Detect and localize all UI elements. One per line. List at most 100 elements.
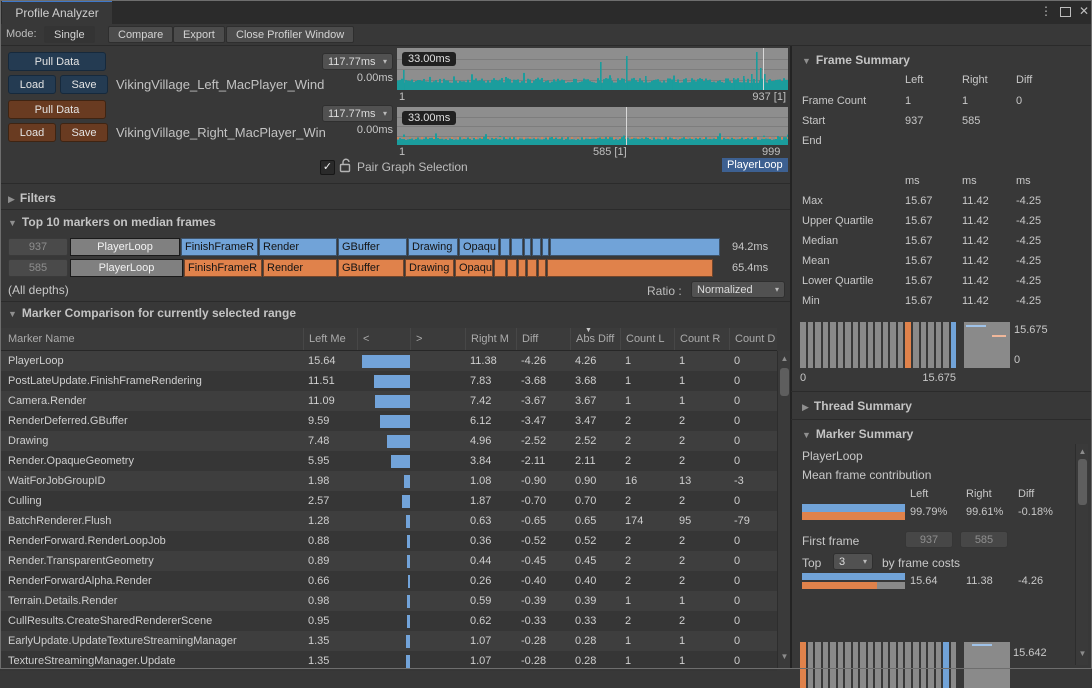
save-right-button[interactable]: Save xyxy=(60,123,108,142)
marker-segment[interactable] xyxy=(511,238,523,256)
left-range-dropdown[interactable]: 117.77ms▾ xyxy=(322,53,393,70)
save-left-button[interactable]: Save xyxy=(60,75,108,94)
marker-segment[interactable]: FinishFrameR xyxy=(181,238,258,256)
marker-summary-scrollbar-thumb[interactable] xyxy=(1078,459,1087,505)
marker-segment[interactable] xyxy=(547,259,713,277)
col-abs-diff[interactable]: ▼Abs Diff xyxy=(570,328,620,350)
first-frame-left-button[interactable]: 937 xyxy=(905,531,953,548)
load-right-button[interactable]: Load xyxy=(8,123,56,142)
col-right-bar[interactable]: > xyxy=(410,328,465,350)
marker-segment[interactable] xyxy=(524,238,531,256)
col-diff[interactable]: Diff xyxy=(516,328,570,350)
marker-summary-scrollbar[interactable]: ▲ ▼ xyxy=(1075,444,1088,665)
marker-segment[interactable] xyxy=(507,259,517,277)
marker-segment[interactable]: GBuffer xyxy=(338,259,404,277)
table-row[interactable]: RenderDeferred.GBuffer9.596.12-3.473.472… xyxy=(0,411,777,431)
ratio-dropdown[interactable]: Normalized▾ xyxy=(691,281,785,298)
marker-segment[interactable]: Drawing xyxy=(408,238,458,256)
table-row[interactable]: Terrain.Details.Render0.980.59-0.390.391… xyxy=(0,591,777,611)
col-count-diff[interactable]: Count D xyxy=(729,328,776,350)
marker-segment[interactable]: Opaqu xyxy=(455,259,493,277)
marker-segment[interactable]: Render xyxy=(263,259,337,277)
maximize-icon[interactable] xyxy=(1060,7,1071,17)
comparison-table-header[interactable]: Marker Name Left Me < > Right M Diff ▼Ab… xyxy=(0,328,777,351)
left-median-bar xyxy=(362,355,410,368)
marker-segment[interactable] xyxy=(494,259,506,277)
table-scrollbar[interactable]: ▲ ▼ xyxy=(777,351,790,669)
close-profiler-window-button[interactable]: Close Profiler Window xyxy=(226,26,354,43)
frame-summary-header[interactable]: ▼Frame Summary xyxy=(802,53,910,67)
col-left-median[interactable]: Left Me xyxy=(303,328,357,350)
pair-graph-selection-checkbox[interactable]: ✓ xyxy=(320,160,335,175)
table-row[interactable]: RenderForward.RenderLoopJob0.880.36-0.52… xyxy=(0,531,777,551)
filters-section-header[interactable]: ▶Filters xyxy=(8,191,56,205)
stat-label: Min xyxy=(802,295,820,307)
marker-segment[interactable]: Opaqu xyxy=(459,238,499,256)
marker-summary-header[interactable]: ▼Marker Summary xyxy=(802,427,913,441)
left-median-bar xyxy=(375,395,410,408)
table-row[interactable]: EarlyUpdate.UpdateTextureStreamingManage… xyxy=(0,631,777,651)
mode-compare-button[interactable]: Compare xyxy=(108,26,173,43)
table-row[interactable]: WaitForJobGroupID1.981.08-0.900.901613-3 xyxy=(0,471,777,491)
table-scrollbar-thumb[interactable] xyxy=(780,368,789,396)
pull-data-right-button[interactable]: Pull Data xyxy=(8,100,106,119)
table-row[interactable]: BatchRenderer.Flush1.280.63-0.650.651749… xyxy=(0,511,777,531)
pull-data-left-button[interactable]: Pull Data xyxy=(8,52,106,71)
right-range-dropdown[interactable]: 117.77ms▾ xyxy=(322,105,393,122)
top10-marker-bar-right[interactable]: PlayerLoopFinishFrameRRenderGBufferDrawi… xyxy=(70,259,714,277)
col-marker-name[interactable]: Marker Name xyxy=(0,328,303,350)
first-frame-right-button[interactable]: 585 xyxy=(960,531,1008,548)
marker-segment[interactable]: Drawing xyxy=(405,259,454,277)
table-row[interactable]: CullResults.CreateSharedRendererScene0.9… xyxy=(0,611,777,631)
marker-segment[interactable]: PlayerLoop xyxy=(70,259,183,277)
scroll-up-icon[interactable]: ▲ xyxy=(1076,447,1089,456)
mode-single-button[interactable]: Single xyxy=(44,26,95,43)
col-left-bar[interactable]: < xyxy=(357,328,410,350)
export-button[interactable]: Export xyxy=(173,26,225,43)
col-count-right[interactable]: Count R xyxy=(674,328,729,350)
marker-segment[interactable]: GBuffer xyxy=(338,238,407,256)
thread-summary-header[interactable]: ▶Thread Summary xyxy=(802,399,912,413)
table-row[interactable]: Camera.Render11.097.42-3.673.67110 xyxy=(0,391,777,411)
close-icon[interactable]: ✕ xyxy=(1076,3,1092,19)
marker-segment[interactable]: PlayerLoop xyxy=(70,238,180,256)
table-row[interactable]: PlayerLoop15.6411.38-4.264.26110 xyxy=(0,351,777,371)
marker-segment[interactable] xyxy=(500,238,510,256)
marker-segment[interactable] xyxy=(550,238,720,256)
top-n-dropdown[interactable]: 3▾ xyxy=(833,553,873,570)
left-median-bar xyxy=(374,375,410,388)
table-row[interactable]: Drawing7.484.96-2.522.52220 xyxy=(0,431,777,451)
col-right-median[interactable]: Right M xyxy=(465,328,516,350)
col-count-left[interactable]: Count L xyxy=(620,328,674,350)
marker-segment[interactable]: FinishFrameR xyxy=(184,259,262,277)
top10-section-header[interactable]: ▼Top 10 markers on median frames xyxy=(8,215,216,229)
lock-open-icon[interactable] xyxy=(339,158,352,173)
hist1-min-label: 0 xyxy=(800,372,806,384)
selected-marker-chip[interactable]: PlayerLoop xyxy=(722,158,788,172)
stat-left: 15.67 xyxy=(905,235,933,247)
right-filename: VikingVillage_Right_MacPlayer_Win xyxy=(116,125,326,140)
marker-segment[interactable]: Render xyxy=(259,238,337,256)
marker-segment[interactable] xyxy=(527,259,537,277)
kebab-menu-icon[interactable]: ⋮ xyxy=(1038,3,1054,19)
table-row[interactable]: RenderForwardAlpha.Render0.660.26-0.400.… xyxy=(0,571,777,591)
marker-segment[interactable] xyxy=(518,259,526,277)
top10-frame-button-right[interactable]: 585 xyxy=(8,259,68,277)
top10-frame-button-left[interactable]: 937 xyxy=(8,238,68,256)
marker-segment[interactable] xyxy=(538,259,546,277)
stat-diff: -4.25 xyxy=(1016,195,1041,207)
marker-segment[interactable] xyxy=(542,238,549,256)
scroll-down-icon[interactable]: ▼ xyxy=(1076,649,1089,658)
comparison-section-header[interactable]: ▼Marker Comparison for currently selecte… xyxy=(8,306,296,320)
table-row[interactable]: Culling2.571.87-0.700.70220 xyxy=(0,491,777,511)
stat-left: 937 xyxy=(905,115,923,127)
table-row[interactable]: TextureStreamingManager.Update1.351.07-0… xyxy=(0,651,777,671)
ms-col-diff: Diff xyxy=(1018,488,1034,500)
table-row[interactable]: PostLateUpdate.FinishFrameRendering11.51… xyxy=(0,371,777,391)
load-left-button[interactable]: Load xyxy=(8,75,56,94)
table-row[interactable]: Render.OpaqueGeometry5.953.84-2.112.1122… xyxy=(0,451,777,471)
marker-segment[interactable] xyxy=(532,238,541,256)
top10-marker-bar-left[interactable]: PlayerLoopFinishFrameRRenderGBufferDrawi… xyxy=(70,238,721,256)
table-row[interactable]: Render.TransparentGeometry0.890.44-0.450… xyxy=(0,551,777,571)
tab-profile-analyzer[interactable]: Profile Analyzer xyxy=(2,0,112,24)
